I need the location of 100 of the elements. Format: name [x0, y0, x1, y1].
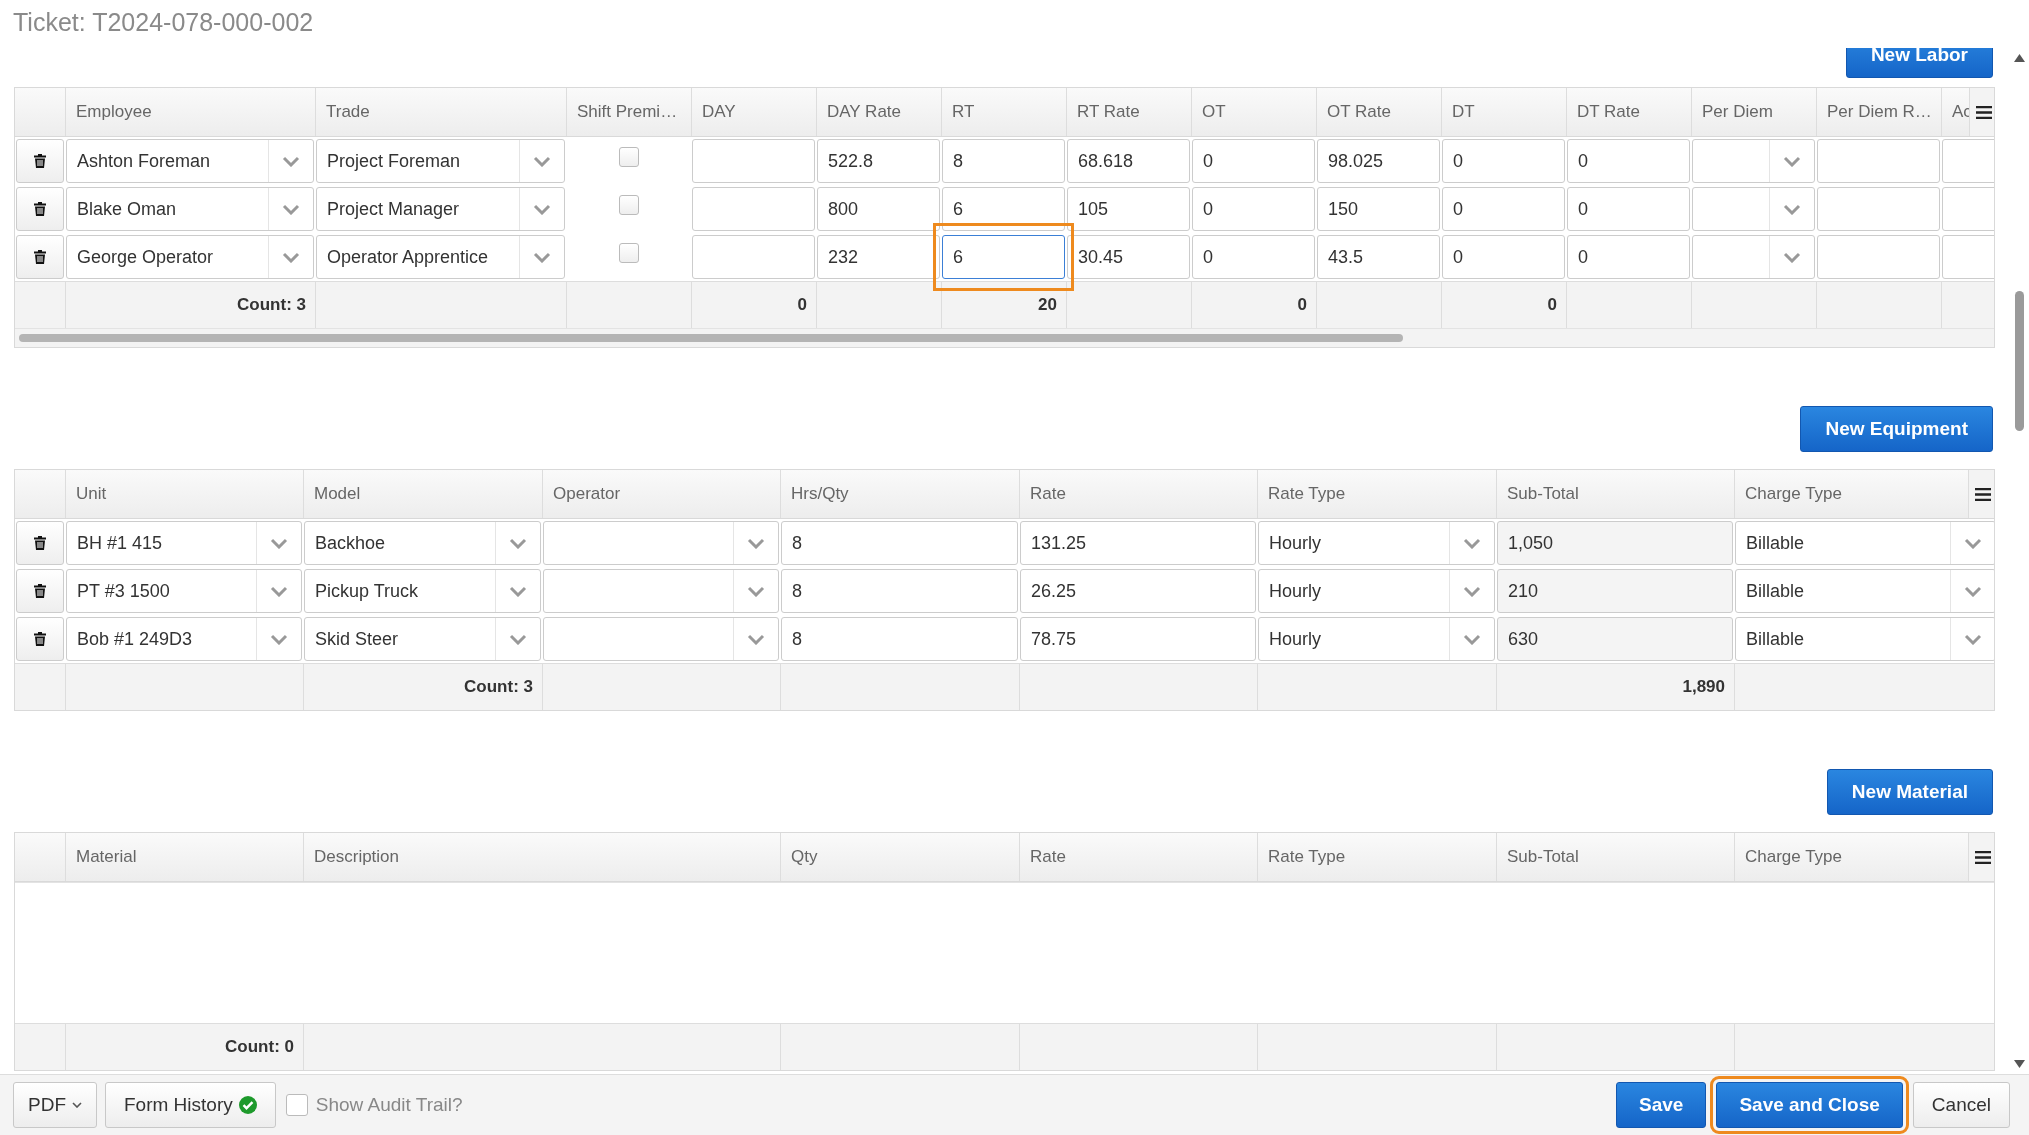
dropdown-field[interactable]: Project Manager — [316, 187, 565, 231]
input-field[interactable] — [1817, 139, 1940, 183]
column-header[interactable]: Per Diem — [1691, 88, 1816, 136]
column-header[interactable]: Operator — [542, 470, 780, 518]
dropdown-field[interactable]: Hourly — [1258, 521, 1495, 565]
input-field[interactable]: 8 — [781, 521, 1018, 565]
column-header[interactable]: DT — [1441, 88, 1566, 136]
input-field[interactable]: 6 — [942, 187, 1065, 231]
menu-icon[interactable] — [1975, 487, 1991, 501]
input-field[interactable]: 800 — [817, 187, 940, 231]
input-field[interactable]: 6 — [942, 235, 1065, 279]
input-field[interactable]: 8 — [781, 617, 1018, 661]
dropdown-field[interactable]: Bob #1 249D3 — [66, 617, 302, 661]
column-header[interactable]: Trade — [315, 88, 566, 136]
menu-icon[interactable] — [1975, 850, 1991, 864]
dropdown-field[interactable]: Hourly — [1258, 569, 1495, 613]
pdf-button[interactable]: PDF — [13, 1082, 97, 1128]
dropdown-field[interactable] — [543, 617, 779, 661]
column-header[interactable]: Rate Type — [1257, 470, 1496, 518]
input-field[interactable]: 78.75 — [1020, 617, 1256, 661]
delete-button[interactable] — [16, 569, 64, 613]
column-header[interactable]: Rate Type — [1257, 833, 1496, 881]
form-history-button[interactable]: Form History — [105, 1082, 276, 1128]
checkbox[interactable] — [618, 243, 639, 263]
delete-button[interactable] — [16, 187, 64, 231]
dropdown-field[interactable]: Ashton Foreman — [66, 139, 314, 183]
input-field[interactable] — [1942, 187, 1994, 231]
input-field[interactable]: 0 — [1567, 235, 1690, 279]
input-field[interactable]: 210 — [1497, 569, 1733, 613]
column-header[interactable]: Description — [303, 833, 780, 881]
column-header[interactable]: Charge Type — [1735, 484, 1853, 504]
dropdown-field[interactable]: Operator Apprentice — [316, 235, 565, 279]
column-header[interactable]: OT — [1191, 88, 1316, 136]
input-field[interactable] — [692, 235, 815, 279]
column-header[interactable]: DT Rate — [1566, 88, 1691, 136]
input-field[interactable]: 0 — [1442, 187, 1565, 231]
dropdown-field[interactable]: Skid Steer — [304, 617, 541, 661]
input-field[interactable]: 8 — [781, 569, 1018, 613]
input-field[interactable]: 131.25 — [1020, 521, 1256, 565]
input-field[interactable]: 0 — [1567, 139, 1690, 183]
dropdown-field[interactable]: Hourly — [1258, 617, 1495, 661]
dropdown-field[interactable]: Billable — [1735, 569, 1994, 613]
add-button[interactable]: New Material — [1826, 769, 1993, 815]
checkbox[interactable] — [618, 195, 639, 215]
input-field[interactable] — [1942, 235, 1994, 279]
input-field[interactable]: 68.618 — [1067, 139, 1190, 183]
input-field[interactable]: 8 — [942, 139, 1065, 183]
scroll-down-icon[interactable] — [2014, 1060, 2025, 1068]
dropdown-field[interactable]: Blake Oman — [66, 187, 314, 231]
input-field[interactable]: 105 — [1067, 187, 1190, 231]
dropdown-field[interactable]: Project Foreman — [316, 139, 565, 183]
column-header[interactable]: DAY — [691, 88, 816, 136]
scroll-thumb[interactable] — [2015, 291, 2024, 431]
input-field[interactable] — [692, 139, 815, 183]
column-header[interactable]: Shift Premi… — [566, 88, 691, 136]
dropdown-field[interactable]: BH #1 415 — [66, 521, 302, 565]
input-field[interactable]: 630 — [1497, 617, 1733, 661]
dropdown-field[interactable]: Pickup Truck — [304, 569, 541, 613]
checkbox[interactable] — [618, 147, 639, 167]
input-field[interactable]: 0 — [1192, 235, 1315, 279]
column-header[interactable]: Hrs/Qty — [780, 470, 1019, 518]
input-field[interactable] — [692, 187, 815, 231]
input-field[interactable]: 30.45 — [1067, 235, 1190, 279]
input-field[interactable]: 0 — [1192, 187, 1315, 231]
column-header[interactable]: RT — [941, 88, 1066, 136]
input-field[interactable]: 43.5 — [1317, 235, 1440, 279]
input-field[interactable]: 26.25 — [1020, 569, 1256, 613]
cancel-button[interactable]: Cancel — [1912, 1082, 2010, 1128]
input-field[interactable]: 150 — [1317, 187, 1440, 231]
input-field[interactable] — [1817, 187, 1940, 231]
dropdown-field[interactable] — [543, 569, 779, 613]
dropdown-field[interactable]: George Operator — [66, 235, 314, 279]
input-field[interactable]: 0 — [1192, 139, 1315, 183]
input-field[interactable]: 232 — [817, 235, 940, 279]
column-header[interactable]: Qty — [780, 833, 1019, 881]
save-button[interactable]: Save — [1616, 1082, 1707, 1128]
column-header[interactable]: Charge Type — [1735, 847, 1853, 867]
menu-icon[interactable] — [1976, 105, 1992, 119]
column-header[interactable]: Per Diem R… — [1816, 88, 1941, 136]
input-field[interactable]: 0 — [1442, 235, 1565, 279]
column-header[interactable]: RT Rate — [1066, 88, 1191, 136]
dropdown-field[interactable]: Billable — [1735, 521, 1994, 565]
dropdown-field[interactable] — [1692, 187, 1815, 231]
column-header[interactable]: Material — [65, 833, 303, 881]
dropdown-field[interactable] — [1692, 139, 1815, 183]
column-header[interactable]: Model — [303, 470, 542, 518]
column-header[interactable]: Sub-Total — [1496, 833, 1734, 881]
column-header[interactable]: Rate — [1019, 833, 1257, 881]
column-header[interactable]: Unit — [65, 470, 303, 518]
input-field[interactable]: 98.025 — [1317, 139, 1440, 183]
dropdown-field[interactable] — [1692, 235, 1815, 279]
delete-button[interactable] — [16, 235, 64, 279]
add-button[interactable]: New Labor — [1845, 48, 1993, 78]
delete-button[interactable] — [16, 617, 64, 661]
horizontal-scrollbar[interactable] — [15, 328, 1994, 347]
dropdown-field[interactable]: Backhoe — [304, 521, 541, 565]
column-header[interactable]: Rate — [1019, 470, 1257, 518]
dropdown-field[interactable]: PT #3 1500 — [66, 569, 302, 613]
input-field[interactable]: 1,050 — [1497, 521, 1733, 565]
input-field[interactable] — [1942, 139, 1994, 183]
